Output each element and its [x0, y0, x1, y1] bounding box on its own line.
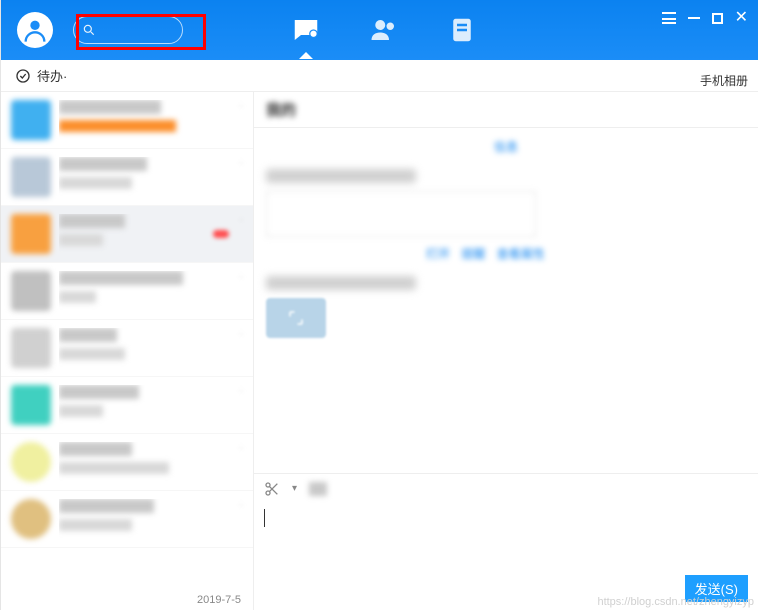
phone-album-link[interactable]: 手机相册 [700, 72, 748, 89]
image-message[interactable] [266, 298, 326, 338]
expand-icon [287, 309, 305, 327]
bottom-meta: 2019-7-5 [197, 594, 241, 606]
text-caret [264, 509, 265, 527]
user-avatar[interactable] [17, 12, 53, 48]
list-item[interactable]: · [1, 92, 253, 149]
chat-title-bar: 我的 [254, 92, 758, 128]
feeds-icon [447, 15, 477, 45]
action-props[interactable]: 查看属性 [497, 245, 545, 262]
watermark: https://blog.csdn.net/zhengyizyp [597, 596, 754, 608]
list-item[interactable]: · [1, 320, 253, 377]
list-item[interactable]: · [1, 149, 253, 206]
maximize-button[interactable] [712, 13, 723, 24]
chat-panel: 我的 信息 打开 提醒 查看属性 ▾ [253, 92, 758, 610]
avatar-icon [21, 16, 49, 44]
list-item[interactable]: · [1, 377, 253, 434]
conversation-list: · · · · · · · · [1, 92, 253, 610]
window-controls: ✕ [662, 10, 748, 26]
search-icon [82, 23, 96, 37]
center-info-link[interactable]: 信息 [494, 138, 518, 155]
nav-messages[interactable] [291, 15, 321, 45]
pending-bar[interactable]: 待办· [1, 60, 758, 92]
menu-icon[interactable] [662, 12, 676, 24]
nav-feeds[interactable] [447, 15, 477, 45]
list-item[interactable]: · [1, 434, 253, 491]
list-item[interactable]: · [1, 263, 253, 320]
action-open[interactable]: 打开 [426, 245, 450, 262]
contacts-icon [369, 15, 399, 45]
timestamp: 2019-7-5 [197, 594, 241, 606]
title-bar: ✕ [1, 0, 758, 60]
search-input[interactable] [100, 23, 170, 37]
main-nav [291, 0, 477, 60]
pending-label: 待办· [37, 66, 67, 85]
chat-title: 我的 [266, 99, 296, 120]
close-button[interactable]: ✕ [735, 10, 748, 26]
list-item[interactable]: · [1, 206, 253, 263]
toolbar-item[interactable] [309, 482, 327, 496]
scissors-icon[interactable] [264, 481, 280, 497]
editor-toolbar: ▾ [254, 473, 758, 503]
file-card[interactable] [266, 191, 536, 237]
search-input-wrap[interactable] [73, 16, 183, 44]
list-item[interactable]: · [1, 491, 253, 548]
message-area: 信息 打开 提醒 查看属性 [254, 128, 758, 473]
chat-icon [291, 15, 321, 45]
action-remind[interactable]: 提醒 [461, 245, 485, 262]
toolbar-dropdown[interactable]: ▾ [292, 483, 297, 494]
minimize-button[interactable] [688, 17, 700, 19]
message-input[interactable] [254, 503, 758, 575]
check-circle-icon [15, 68, 31, 84]
nav-contacts[interactable] [369, 15, 399, 45]
